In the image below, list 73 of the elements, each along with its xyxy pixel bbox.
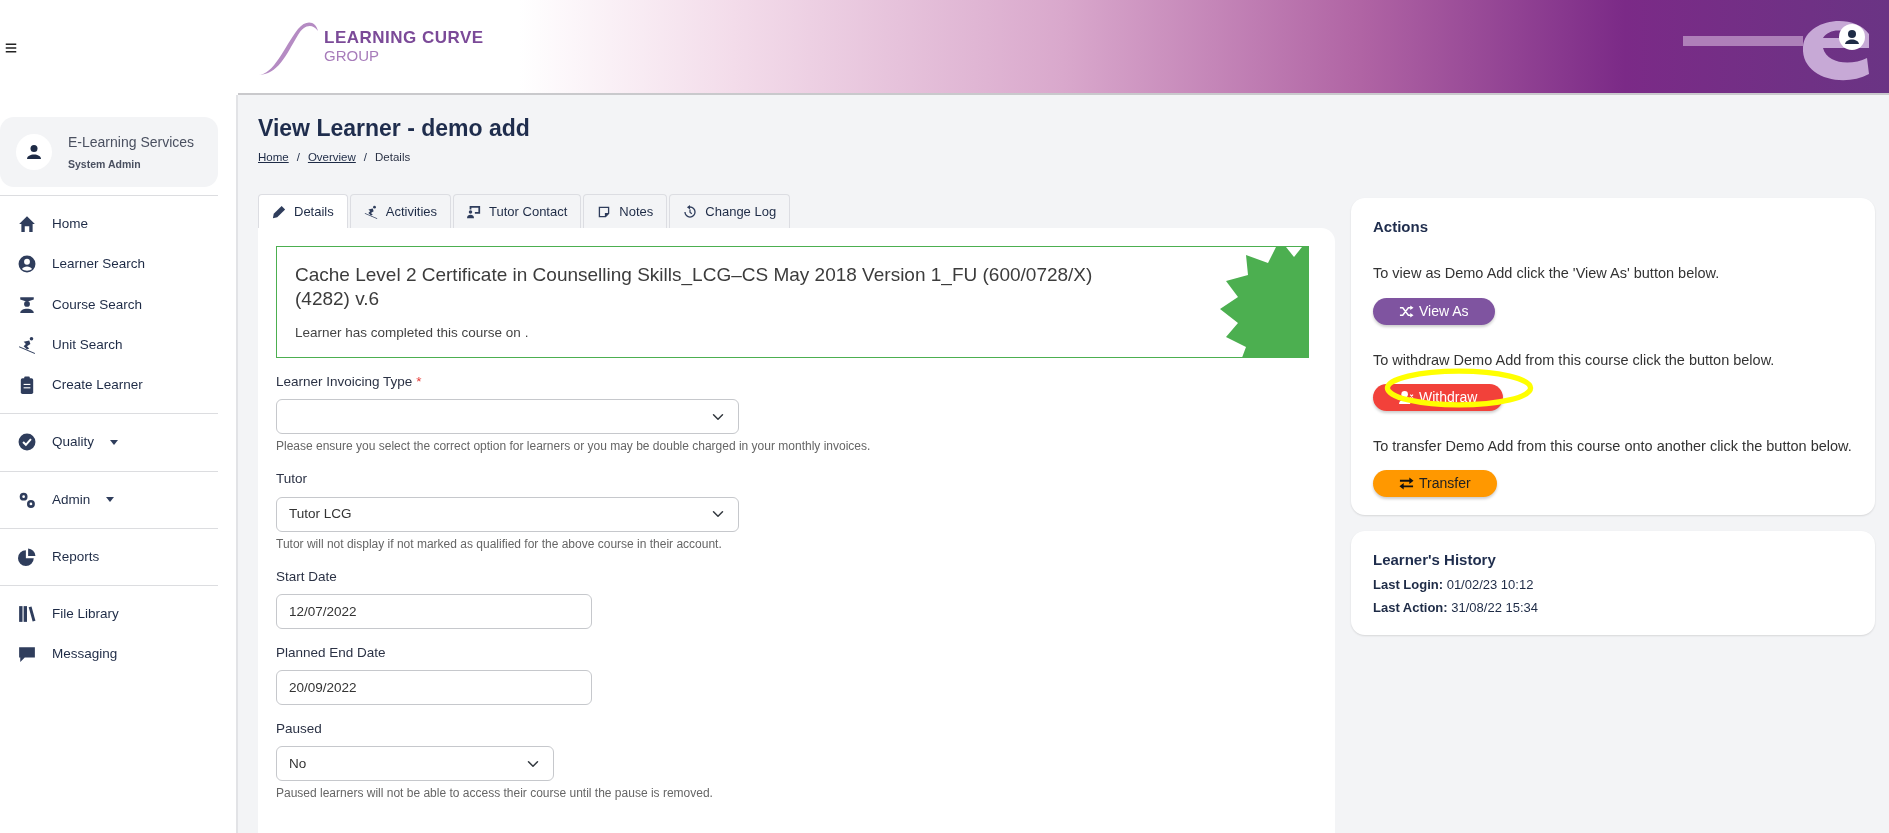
breadcrumb-link[interactable]: Home	[258, 148, 289, 166]
tab[interactable]: Details	[258, 193, 348, 229]
chat-bubble-icon	[18, 645, 36, 664]
tab[interactable]: Change Log	[669, 193, 791, 229]
nav-item[interactable]: Learner Search	[0, 244, 236, 285]
menu-icon	[4, 41, 18, 54]
clipboard-icon	[18, 376, 36, 395]
caret-icon	[106, 497, 115, 503]
tab[interactable]: Notes	[583, 193, 668, 229]
user-icon	[26, 144, 42, 160]
select-field[interactable]	[276, 399, 739, 435]
user-remove-icon	[1399, 389, 1414, 405]
page-title: View Learner - demo add	[258, 115, 531, 143]
brand-subtitle: GROUP	[324, 47, 380, 65]
home-icon	[18, 215, 36, 234]
caret-icon	[110, 439, 119, 445]
card-title: Learner's History	[1373, 549, 1497, 570]
select-field[interactable]: Tutor LCG	[276, 496, 739, 532]
tab[interactable]: Tutor Contact	[453, 193, 582, 229]
instruction-text: To withdraw Demo Add from this course click the button below.	[1373, 350, 1776, 370]
nav-item[interactable]: Home	[0, 204, 236, 245]
nav-item[interactable]: Unit Search	[0, 324, 236, 365]
course-title: Cache Level 2 Certificate in Counselling Skills_LCG–CS May 2018 Version 1_FU (600/0728/X) (4282) v.6	[295, 263, 1094, 311]
action-button[interactable]: View As	[1373, 297, 1495, 325]
field-label: Planned End Date	[276, 643, 387, 662]
skier-icon	[18, 335, 36, 354]
action-button[interactable]: Transfer	[1373, 469, 1497, 497]
shuffle-icon	[1399, 303, 1414, 319]
pencil-icon	[272, 204, 286, 219]
field-label: Learner Invoicing Type	[276, 374, 413, 390]
user-role: System Admin	[68, 156, 142, 172]
presentation-icon	[467, 204, 482, 219]
date-field[interactable]: 12/07/2022	[276, 593, 592, 629]
history-entry: Last Action: 31/08/22 15:34	[1373, 598, 1539, 617]
user-name: E-Learning Services	[68, 132, 195, 152]
tab[interactable]: Activities	[349, 193, 452, 229]
nav-item[interactable]: File Library	[0, 594, 236, 635]
graduate-icon	[18, 295, 36, 314]
swap-icon	[1399, 475, 1414, 491]
note-icon	[597, 204, 612, 219]
books-icon	[18, 605, 36, 624]
nav-item[interactable]: Create Learner	[0, 365, 236, 406]
nav-item[interactable]: Messaging	[0, 634, 236, 675]
nav-item[interactable]: Reports	[0, 536, 236, 577]
nav-item[interactable]: Quality	[0, 422, 236, 463]
instruction-text: To view as Demo Add click the 'View As' button below.	[1373, 264, 1721, 284]
check-circle-icon	[18, 433, 36, 452]
required-mark: *	[416, 374, 422, 390]
instruction-text: To transfer Demo Add from this course onto another click the button below.	[1373, 436, 1853, 456]
help-text: Please ensure you select the correct option for learners or you may be double charged in your monthly invoices.	[276, 438, 872, 456]
pie-chart-icon	[18, 547, 36, 566]
help-text: Paused learners will not be able to access their course until the pause is removed.	[276, 785, 714, 803]
user-circle-icon	[18, 255, 36, 274]
breadcrumb-link[interactable]: Overview	[307, 148, 356, 166]
breadcrumb-separator: /	[296, 149, 300, 165]
breadcrumb-separator: /	[363, 149, 368, 165]
field-label: Paused	[276, 720, 323, 739]
brand-name: LEARNING CURVE	[324, 28, 484, 48]
history-entry: Last Login: 01/02/23 10:12	[1373, 576, 1535, 595]
completion-note: Learner has completed this course on .	[295, 323, 530, 342]
history-icon	[683, 204, 698, 219]
nav-item[interactable]: Course Search	[0, 284, 236, 325]
field-label: Tutor	[276, 470, 308, 489]
skier-icon	[363, 204, 378, 219]
breadcrumb-current: Details	[375, 149, 411, 165]
date-field[interactable]: 20/09/2022	[276, 670, 592, 706]
select-field[interactable]: No	[276, 746, 554, 782]
card-title: Actions	[1373, 216, 1429, 237]
field-label: Start Date	[276, 567, 338, 586]
user-avatar-icon	[1839, 24, 1865, 50]
nav-item[interactable]: Admin	[0, 479, 236, 520]
help-text: Tutor will not display if not marked as qualified for the above course in their account.	[276, 535, 723, 553]
gears-icon	[18, 490, 36, 509]
